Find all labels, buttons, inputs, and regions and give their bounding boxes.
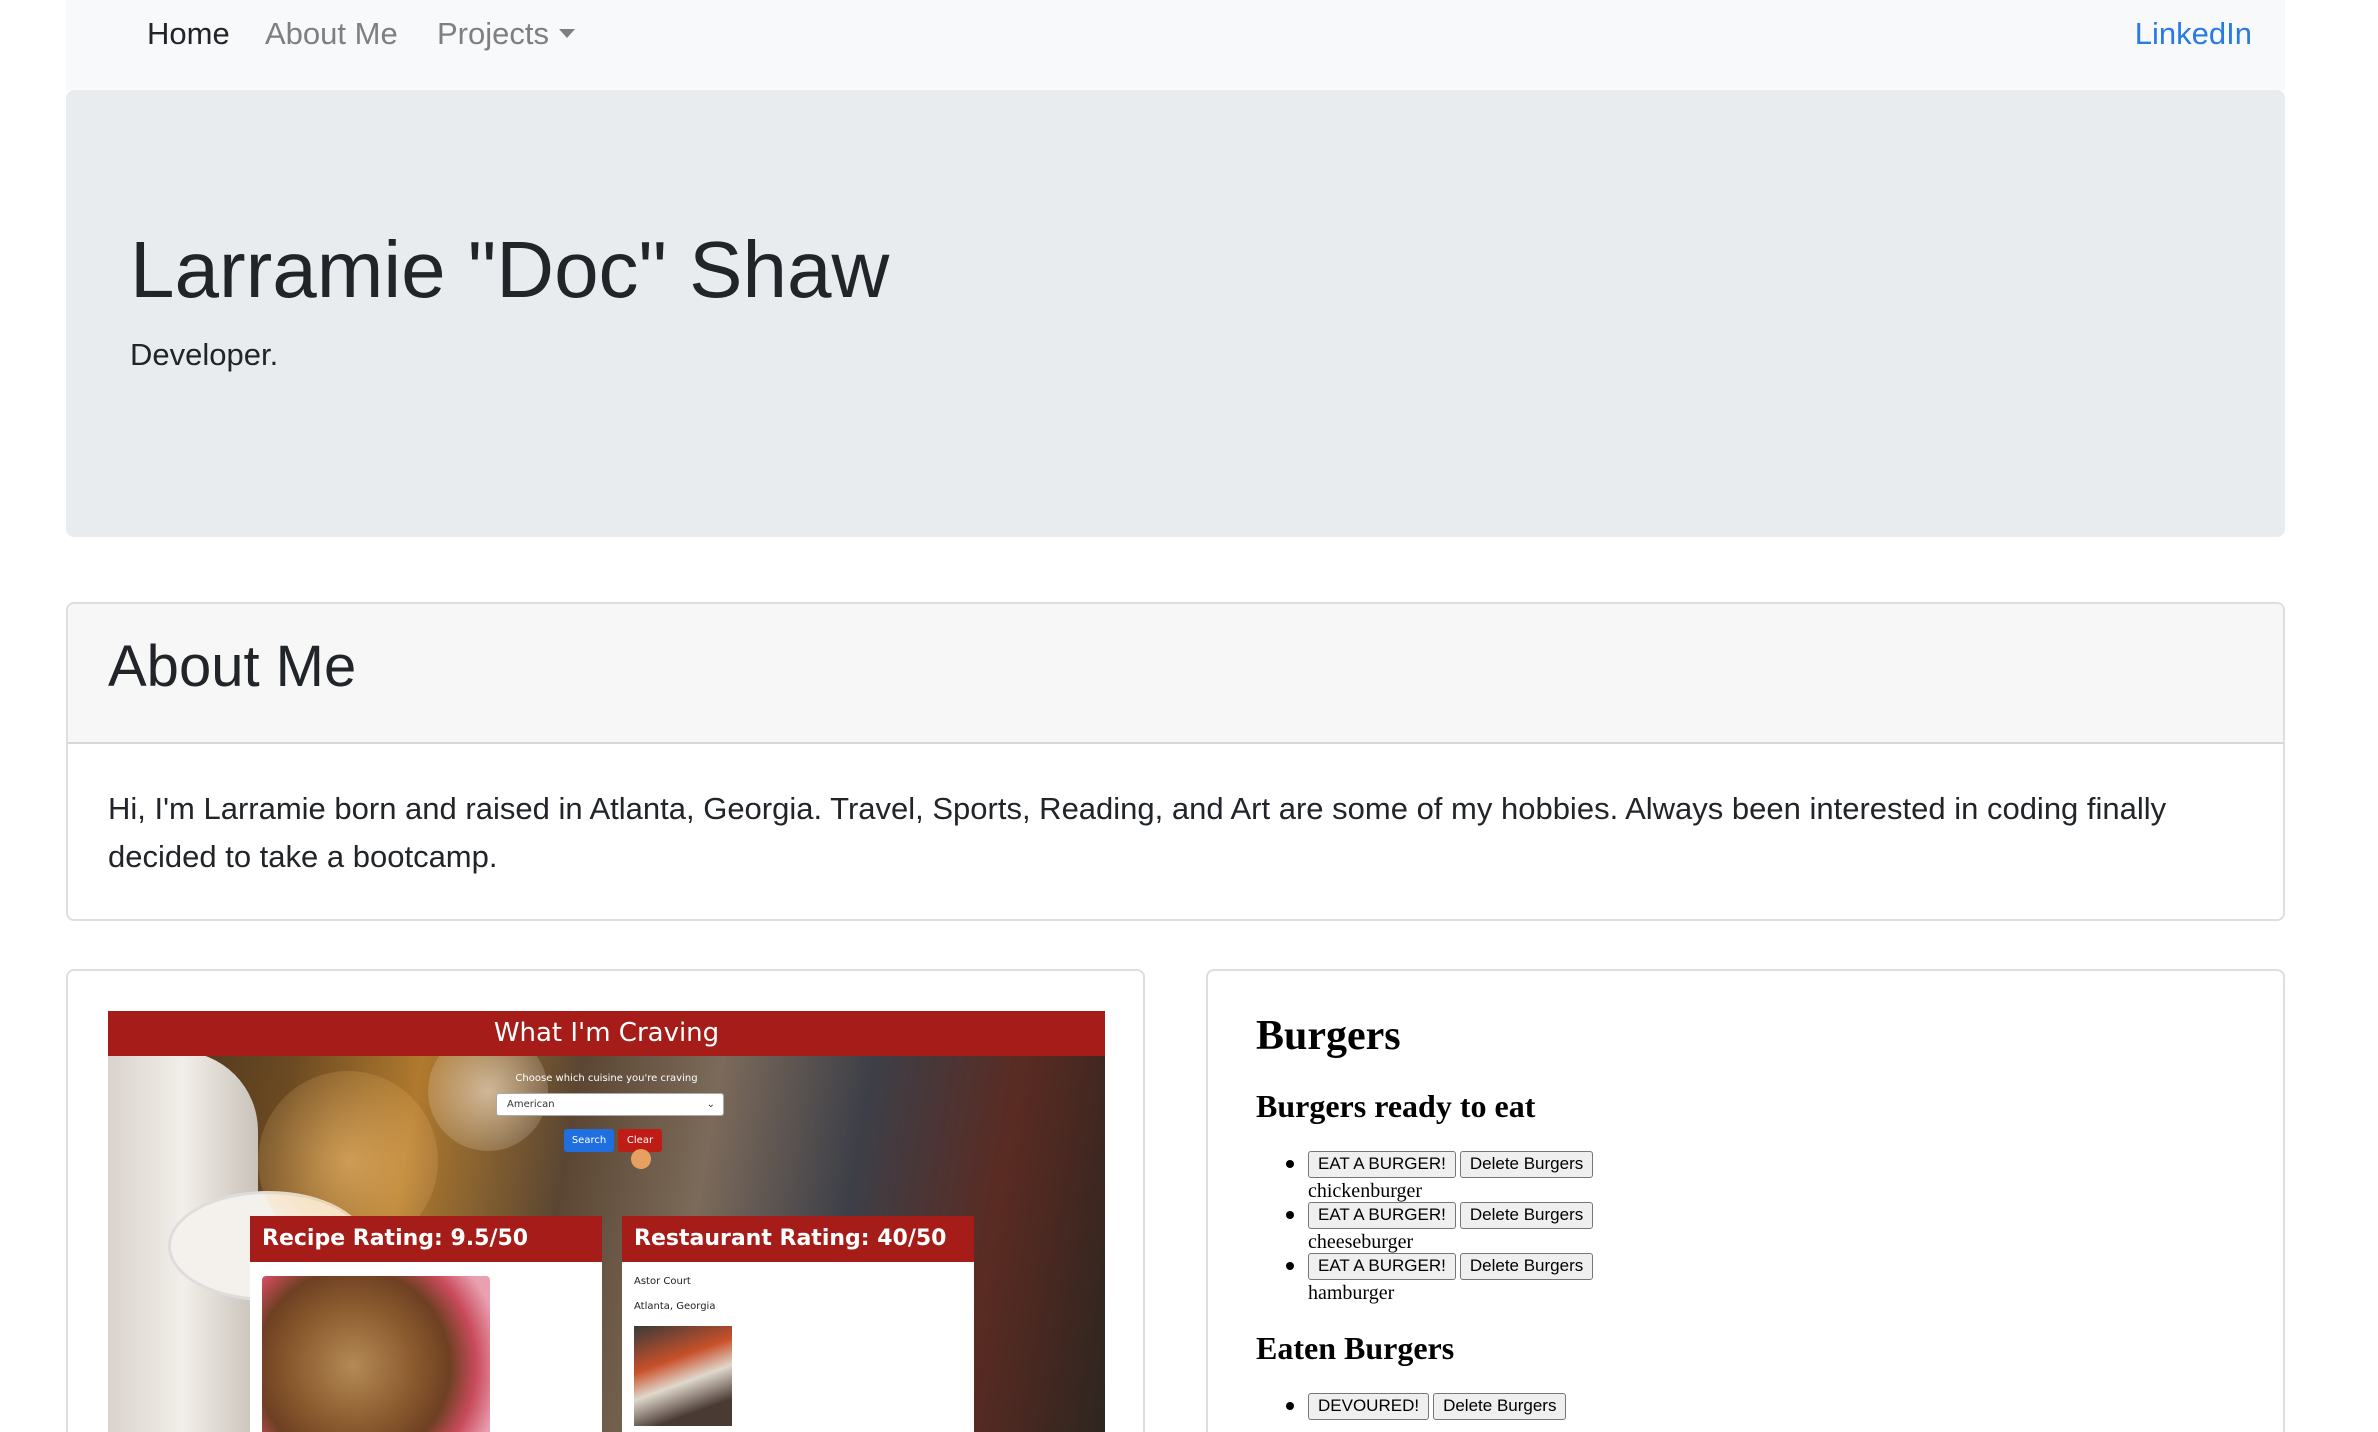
list-item: EAT A BURGER! Delete Burgers hamburger — [1286, 1253, 1597, 1305]
list-item: EAT A BURGER! Delete Burgers chickenburge… — [1286, 1151, 1597, 1203]
burgers-eaten-heading: Eaten Burgers — [1256, 1330, 1455, 1366]
bullet-icon — [1286, 1160, 1294, 1168]
hero-title: Larramie "Doc" Shaw — [130, 225, 890, 314]
craving-title: What I'm Craving — [493, 1018, 720, 1048]
list-item: EAT A BURGER! Delete Burgers cheeseburger — [1286, 1202, 1597, 1254]
restaurant-name: Astor Court — [634, 1276, 691, 1287]
delete-burger-button: Delete Burgers — [1459, 1253, 1594, 1280]
burger-name: cheeseburger — [1308, 1231, 1414, 1253]
navbar: Home About Me Projects LinkedIn — [66, 0, 2285, 90]
caret-down-icon — [558, 29, 575, 38]
recipe-food-image — [262, 1276, 490, 1432]
recipe-panel: Recipe Rating: 9.5/50 — [250, 1216, 602, 1432]
craving-prompt: Choose which cuisine you're craving — [515, 1073, 698, 1084]
list-item: DEVOURED! Delete Burgers — [1286, 1393, 1570, 1420]
about-title: About Me — [108, 634, 357, 699]
cuisine-select: American ⌄ — [496, 1093, 724, 1116]
restaurant-rating: Restaurant Rating: 40/50 — [622, 1216, 974, 1262]
about-card-header: About Me — [68, 604, 2283, 744]
chevron-down-icon: ⌄ — [706, 1099, 715, 1110]
craving-header-bar: What I'm Craving — [108, 1011, 1105, 1056]
eat-burger-button: EAT A BURGER! — [1308, 1151, 1456, 1178]
bullet-icon — [1286, 1211, 1294, 1219]
eat-burger-button: EAT A BURGER! — [1308, 1253, 1456, 1280]
eat-burger-button: EAT A BURGER! — [1308, 1202, 1456, 1229]
nav-linkedin-link[interactable]: LinkedIn — [2135, 16, 2252, 52]
devoured-button: DEVOURED! — [1308, 1393, 1430, 1420]
bullet-icon — [1286, 1402, 1294, 1410]
burgers-title: Burgers — [1256, 1013, 1401, 1059]
hero-jumbotron: Larramie "Doc" Shaw Developer. — [66, 90, 2285, 537]
project-card-burgers[interactable]: Burgers Burgers ready to eat EAT A BURGE… — [1206, 969, 2285, 1432]
about-card: About Me Hi, I'm Larramie born and raise… — [66, 602, 2285, 921]
nav-projects-dropdown[interactable]: Projects — [437, 16, 575, 52]
delete-burger-button: Delete Burgers — [1433, 1393, 1567, 1420]
recipe-rating: Recipe Rating: 9.5/50 — [250, 1216, 602, 1262]
project-card-craving[interactable]: What I'm Craving Choose which cuisine yo… — [66, 969, 1145, 1432]
craving-search-button: Search — [564, 1129, 614, 1152]
nav-projects-label: Projects — [437, 16, 549, 51]
cuisine-select-value: American — [507, 1099, 555, 1110]
nav-about-link[interactable]: About Me — [265, 16, 398, 52]
burger-name: hamburger — [1308, 1282, 1395, 1304]
restaurant-panel: Restaurant Rating: 40/50 Astor Court Atl… — [622, 1216, 974, 1432]
delete-burger-button: Delete Burgers — [1459, 1151, 1594, 1178]
restaurant-image — [634, 1326, 732, 1426]
bullet-icon — [1286, 1262, 1294, 1270]
restaurant-location: Atlanta, Georgia — [634, 1301, 716, 1312]
orange-dot — [631, 1149, 651, 1169]
burgers-ready-heading: Burgers ready to eat — [1256, 1088, 1536, 1124]
about-text: Hi, I'm Larramie born and raised in Atla… — [108, 791, 2167, 874]
delete-burger-button: Delete Burgers — [1459, 1202, 1594, 1229]
craving-screenshot[interactable]: What I'm Craving Choose which cuisine yo… — [108, 1011, 1105, 1432]
hero-subtitle: Developer. — [130, 337, 279, 372]
nav-home-link[interactable]: Home — [147, 16, 230, 52]
burger-name: chickenburger — [1308, 1180, 1423, 1202]
